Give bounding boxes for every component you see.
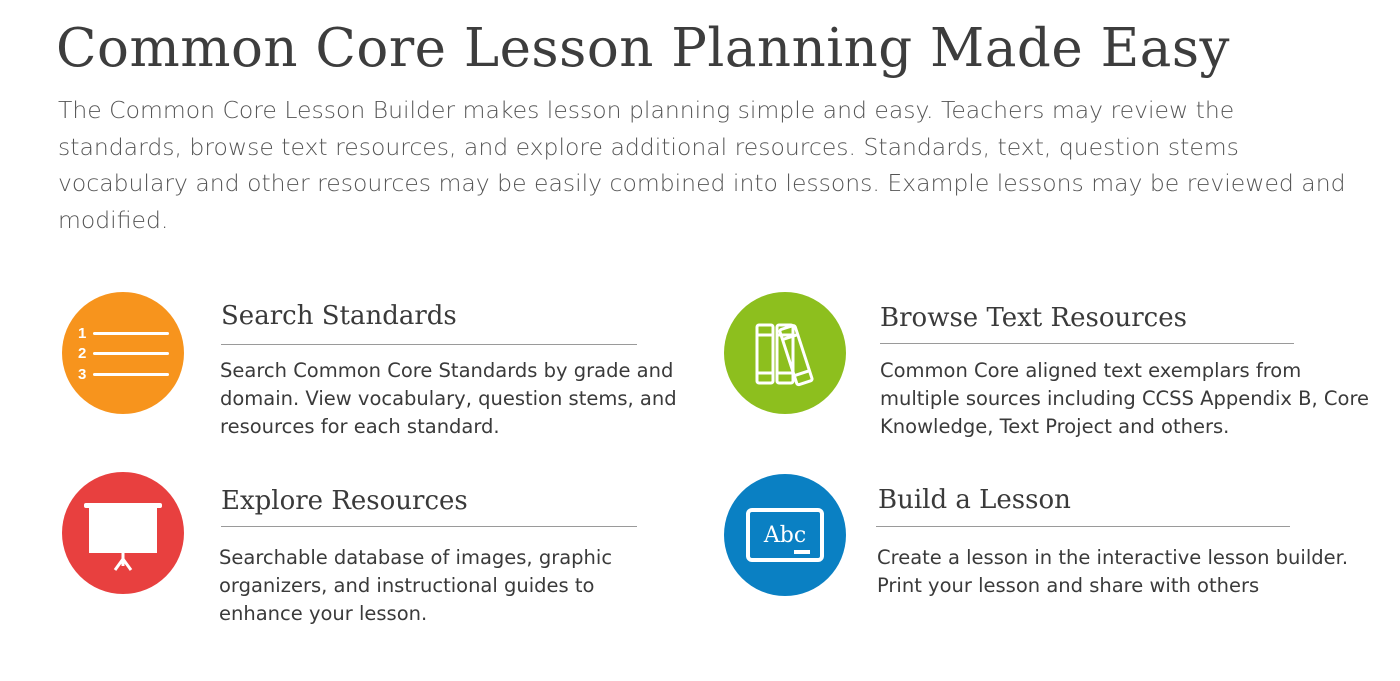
browse-text-title[interactable]: Browse Text Resources — [880, 303, 1187, 333]
explore-resources-badge — [62, 472, 184, 594]
browse-text-description: Common Core aligned text exemplars from … — [880, 359, 1370, 438]
explore-resources-title[interactable]: Explore Resources — [221, 486, 468, 516]
list-number-2: 2 — [78, 345, 86, 362]
list-number-1: 1 — [78, 325, 86, 342]
list-number-3: 3 — [78, 366, 86, 383]
search-standards-description: Search Common Core Standards by grade an… — [220, 359, 677, 438]
explore-resources-description: Searchable database of images, graphic o… — [219, 546, 613, 625]
intro-paragraph: The Common Core Lesson Builder makes les… — [58, 96, 1346, 234]
build-lesson-badge: Abc — [724, 474, 846, 596]
numbered-list-icon: 1 2 3 — [78, 325, 169, 383]
search-standards-badge: 1 2 3 — [62, 292, 184, 414]
browse-text-divider — [880, 343, 1294, 344]
browse-text-badge — [724, 292, 846, 414]
books-icon — [755, 323, 814, 387]
projector-screen-icon — [84, 503, 162, 571]
build-lesson-divider — [876, 526, 1290, 527]
explore-resources-divider — [221, 526, 637, 527]
chalkboard-text: Abc — [763, 523, 806, 548]
build-lesson-title[interactable]: Build a Lesson — [878, 485, 1071, 515]
search-standards-title[interactable]: Search Standards — [221, 301, 457, 331]
search-standards-divider — [221, 344, 637, 345]
chalkboard-icon: Abc — [746, 508, 824, 562]
page-title: Common Core Lesson Planning Made Easy — [56, 18, 1230, 79]
build-lesson-description: Create a lesson in the interactive lesso… — [877, 546, 1349, 597]
